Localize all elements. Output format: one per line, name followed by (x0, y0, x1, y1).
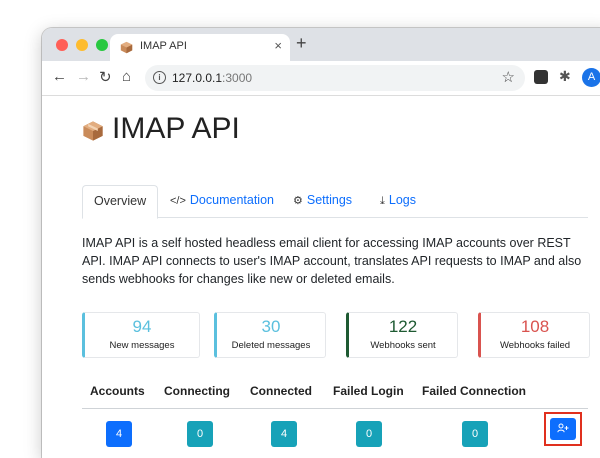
user-plus-icon (557, 423, 569, 433)
header-connecting: Connecting (164, 384, 230, 398)
stat-webhooks-failed: 108 Webhooks failed (478, 312, 590, 358)
tab-title: IMAP API (140, 40, 187, 52)
header-accounts: Accounts (90, 384, 145, 398)
stat-value: 30 (261, 317, 281, 336)
stat-value: 108 (520, 317, 550, 336)
code-icon: </> (170, 195, 186, 207)
new-tab-button[interactable]: + (296, 33, 307, 54)
maximize-window-button[interactable] (96, 39, 108, 51)
stat-deleted-messages: 30 Deleted messages (214, 312, 326, 358)
browser-titlebar: IMAP API × + (42, 28, 600, 61)
add-account-highlight (544, 412, 582, 446)
intro-text: IMAP API is a self hosted headless email… (82, 236, 582, 286)
back-icon[interactable]: ← (52, 68, 67, 85)
download-icon: ⤓ (380, 195, 385, 207)
tab-documentation[interactable]: </> Documentation (170, 185, 274, 216)
stat-value: 94 (132, 317, 152, 336)
stat-value: 122 (388, 317, 418, 336)
accounts-count-badge: 4 (106, 421, 132, 447)
package-icon (83, 121, 103, 141)
extension-icon[interactable] (534, 70, 548, 84)
address-bar[interactable]: i 127.0.0.1:3000 ☆ (145, 65, 525, 91)
failed-login-count-badge: 0 (356, 421, 382, 447)
home-icon[interactable]: ⌂ (122, 68, 131, 85)
stat-label: Webhooks failed (499, 340, 571, 351)
bookmark-star-icon[interactable]: ☆ (502, 68, 515, 86)
stat-label: New messages (109, 340, 175, 351)
stat-webhooks-sent: 122 Webhooks sent (346, 312, 458, 358)
header-connected: Connected (250, 384, 313, 398)
browser-window: IMAP API × + ← → ↻ ⌂ i 127.0.0.1:3000 ☆ … (42, 28, 600, 458)
stat-label: Deleted messages (231, 340, 311, 351)
stat-label: Webhooks sent (370, 340, 436, 351)
profile-avatar[interactable]: A (582, 68, 600, 87)
connected-count-badge: 4 (271, 421, 297, 447)
failed-connection-count-badge: 0 (462, 421, 488, 447)
forward-icon[interactable]: → (76, 68, 91, 85)
gear-icon: ⚙ (293, 195, 303, 207)
info-icon[interactable]: i (153, 71, 166, 84)
tab-logs[interactable]: ⤓ Logs (380, 185, 416, 216)
table-header: Accounts Connecting Connected Failed Log… (82, 376, 588, 409)
extensions-puzzle-icon[interactable]: ✱ (559, 68, 571, 85)
close-window-button[interactable] (56, 39, 68, 51)
tab-settings[interactable]: ⚙ Settings (293, 185, 352, 216)
tab-close-icon[interactable]: × (274, 38, 282, 53)
tab-overview[interactable]: Overview (82, 185, 159, 219)
reload-icon[interactable]: ↻ (99, 68, 112, 86)
add-account-button[interactable] (550, 418, 576, 440)
url-text[interactable]: 127.0.0.1:3000 (172, 71, 252, 85)
minimize-window-button[interactable] (76, 39, 88, 51)
header-failed-connection: Failed Connection (422, 384, 527, 398)
browser-toolbar: ← → ↻ ⌂ i 127.0.0.1:3000 ☆ ✱ A (42, 61, 600, 96)
browser-tab[interactable]: IMAP API × (110, 34, 290, 61)
package-icon (120, 41, 133, 54)
nav-tabs: Overview </> Documentation ⚙ Settings ⤓ Log… (82, 185, 588, 219)
page-title: IMAP API (112, 112, 240, 145)
header-failed-login: Failed Login (333, 384, 404, 398)
stat-new-messages: 94 New messages (82, 312, 200, 358)
connecting-count-badge: 0 (187, 421, 213, 447)
page-content: IMAP API Overview </> Documentation ⚙ Sett… (42, 96, 600, 458)
